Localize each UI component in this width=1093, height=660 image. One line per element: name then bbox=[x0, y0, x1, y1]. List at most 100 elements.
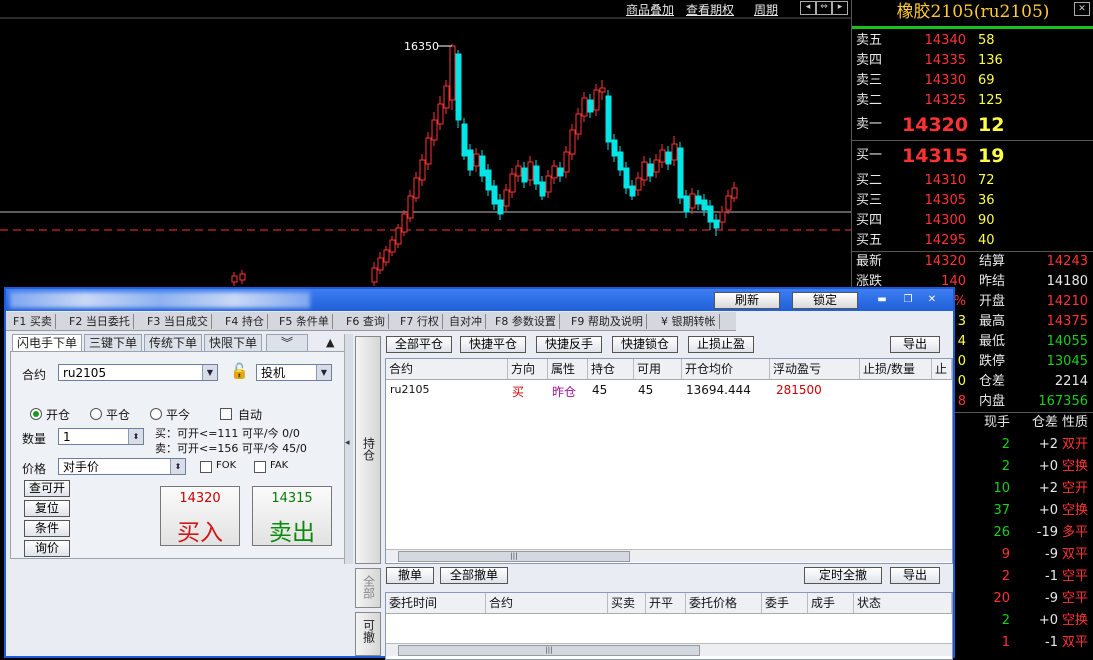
splitter[interactable]: ◂ bbox=[344, 334, 353, 564]
tab-today-orders[interactable]: F2 当日委托 bbox=[66, 314, 134, 329]
sell-button[interactable]: 14315 卖出 bbox=[252, 486, 332, 546]
close-icon[interactable]: ✕ bbox=[924, 293, 940, 306]
lock-button[interactable]: 锁定 bbox=[792, 292, 858, 309]
tab-all-orders-vertical[interactable]: 全部 bbox=[355, 568, 381, 608]
export-orders-button[interactable]: 导出 bbox=[890, 567, 940, 584]
open-radio[interactable] bbox=[30, 408, 42, 420]
unlock-icon[interactable]: 🔓 bbox=[230, 362, 249, 380]
collapse-up-icon[interactable]: ▲ bbox=[326, 336, 334, 349]
tab-traditional-order[interactable]: 传统下单 bbox=[144, 334, 202, 352]
arrow-right-icon[interactable]: ▸ bbox=[832, 1, 848, 15]
col-holding[interactable]: 持仓 bbox=[588, 359, 634, 379]
contract-select[interactable]: ru2105 ▼ bbox=[58, 364, 218, 381]
window-titlebar[interactable]: 刷新 锁定 ▬ ❐ ✕ bbox=[6, 289, 953, 311]
timed-cancel-all-button[interactable]: 定时全撤 bbox=[804, 567, 882, 584]
menu-period[interactable]: 周期 bbox=[754, 1, 778, 18]
quick-reverse-button[interactable]: 快捷反手 bbox=[536, 336, 602, 353]
tab-help[interactable]: F9 帮助及说明 bbox=[568, 314, 647, 329]
close-all-button[interactable]: 全部平仓 bbox=[386, 336, 452, 353]
chevron-down-icon[interactable]: ︾ bbox=[266, 334, 308, 352]
col-stop[interactable]: 止 bbox=[932, 359, 952, 379]
col-order-time[interactable]: 委托时间 bbox=[386, 593, 486, 613]
cancel-all-button[interactable]: 全部撤单 bbox=[440, 567, 508, 584]
export-positions-button[interactable]: 导出 bbox=[890, 336, 940, 353]
cancel-order-button[interactable]: 撤单 bbox=[386, 567, 434, 584]
price-type-select[interactable]: 对手价 ⬍ bbox=[58, 458, 186, 475]
minimize-icon[interactable]: ▬ bbox=[874, 293, 890, 306]
blurred-account-info bbox=[10, 292, 310, 308]
scrollbar-thumb[interactable]: ||| bbox=[398, 645, 700, 656]
col-stop-qty[interactable]: 止损/数量 bbox=[860, 359, 932, 379]
tab-cancelable-vertical[interactable]: 可撤 bbox=[355, 612, 381, 656]
tab-conditional[interactable]: F5 条件单 bbox=[276, 314, 333, 329]
col-attribute[interactable]: 属性 bbox=[548, 359, 588, 379]
tab-three-key-order[interactable]: 三键下单 bbox=[84, 334, 142, 352]
candle bbox=[689, 193, 696, 209]
quick-close-button[interactable]: 快捷平仓 bbox=[460, 336, 526, 353]
close-radio[interactable] bbox=[90, 408, 102, 420]
horizontal-scrollbar[interactable]: ||| bbox=[386, 549, 952, 562]
col-direction[interactable]: 方向 bbox=[508, 359, 548, 379]
scrollbar-thumb[interactable]: ||| bbox=[398, 551, 630, 562]
col-side[interactable]: 买卖 bbox=[608, 593, 646, 613]
horizontal-scrollbar[interactable]: ||| bbox=[386, 643, 952, 656]
quick-lock-button[interactable]: 快捷锁仓 bbox=[612, 336, 678, 353]
menu-view-options[interactable]: 查看期权 bbox=[686, 1, 734, 18]
close-icon[interactable]: ✕ bbox=[1074, 2, 1090, 16]
col-contract[interactable]: 合约 bbox=[386, 359, 508, 379]
chevron-left-icon[interactable]: ◂ bbox=[345, 438, 350, 448]
candle bbox=[683, 195, 690, 213]
col-avg-price[interactable]: 开仓均价 bbox=[682, 359, 770, 379]
tab-bank-transfer[interactable]: ¥ 银期转帐 bbox=[658, 314, 720, 329]
col-contract[interactable]: 合约 bbox=[486, 593, 608, 613]
tab-positions[interactable]: F4 持仓 bbox=[222, 314, 268, 329]
stepper-arrows-icon: ⬍ bbox=[128, 429, 143, 444]
candle bbox=[413, 177, 420, 199]
inquiry-button[interactable]: 询价 bbox=[24, 540, 70, 557]
refresh-button[interactable]: 刷新 bbox=[714, 292, 780, 309]
candle bbox=[491, 185, 498, 205]
candle bbox=[443, 85, 450, 109]
stop-loss-profit-button[interactable]: 止损止盈 bbox=[688, 336, 754, 353]
fok-checkbox[interactable] bbox=[200, 461, 212, 473]
contract-label: 合约 bbox=[22, 368, 47, 382]
candle bbox=[623, 167, 630, 189]
close-today-radio[interactable] bbox=[150, 408, 162, 420]
col-available[interactable]: 可用 bbox=[634, 359, 682, 379]
col-floating-pnl[interactable]: 浮动盈亏 bbox=[770, 359, 860, 379]
hedge-type-select[interactable]: 投机 ▼ bbox=[256, 364, 332, 381]
col-order-qty[interactable]: 委手 bbox=[762, 593, 808, 613]
order-panel: 闪电手下单 三键下单 传统下单 快限下单 ︾ ▲ 合约 ru2105 ▼ 🔓 投机… bbox=[10, 334, 346, 559]
auto-checkbox[interactable] bbox=[220, 408, 232, 420]
arrow-left-icon[interactable]: ◂ bbox=[800, 1, 816, 15]
col-status[interactable]: 状态 bbox=[854, 593, 952, 613]
tab-flash-order[interactable]: 闪电手下单 bbox=[12, 334, 82, 352]
candle bbox=[401, 213, 408, 233]
candle bbox=[497, 199, 504, 215]
tab-query[interactable]: F6 查询 bbox=[343, 314, 389, 329]
tab-exercise[interactable]: F7 行权 bbox=[397, 314, 443, 329]
candle bbox=[545, 175, 552, 193]
candle bbox=[593, 89, 600, 111]
quantity-stepper[interactable]: 1 ⬍ bbox=[58, 428, 144, 445]
candle bbox=[383, 249, 390, 263]
menu-overlay-commodity[interactable]: 商品叠加 bbox=[626, 1, 674, 18]
fak-checkbox[interactable] bbox=[254, 461, 266, 473]
condition-button[interactable]: 条件 bbox=[24, 520, 70, 537]
tab-settings[interactable]: F8 参数设置 bbox=[492, 314, 560, 329]
tab-self-hedge[interactable]: 自对冲 bbox=[446, 314, 486, 329]
query-openable-button[interactable]: 查可开 bbox=[24, 480, 70, 497]
tab-today-trades[interactable]: F3 当日成交 bbox=[144, 314, 212, 329]
maximize-icon[interactable]: ❐ bbox=[900, 293, 916, 306]
buy-button[interactable]: 14320 买入 bbox=[160, 486, 240, 546]
chevron-down-icon: ▼ bbox=[316, 365, 331, 380]
tab-quick-limit-order[interactable]: 快限下单 bbox=[204, 334, 262, 352]
col-order-price[interactable]: 委托价格 bbox=[686, 593, 762, 613]
col-filled-qty[interactable]: 成手 bbox=[808, 593, 854, 613]
tab-positions-vertical[interactable]: 持仓 bbox=[355, 336, 381, 564]
arrows-expand-icon[interactable]: ⇔ bbox=[816, 1, 832, 15]
col-open-close[interactable]: 开平 bbox=[646, 593, 686, 613]
ask-row-3: 卖三 14330 69 bbox=[856, 73, 995, 88]
tab-buy-sell[interactable]: F1 买卖 bbox=[10, 314, 56, 329]
reset-button[interactable]: 复位 bbox=[24, 500, 70, 517]
